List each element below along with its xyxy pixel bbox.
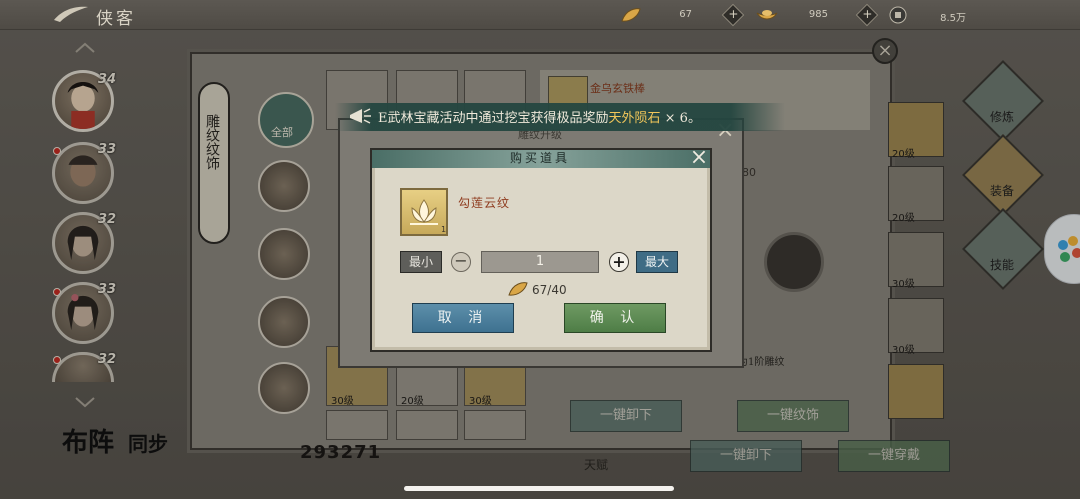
coin-count: 8.5万 [940,13,966,24]
cancel-button[interactable]: 取 消 [412,303,514,333]
gold-leaf-icon [508,282,528,296]
quantity-input[interactable]: 1 [481,251,599,273]
notice-highlight: 天外陨石 [608,111,661,126]
ingot-count: 985 [808,9,828,20]
max-quantity-button[interactable]: 最大 [636,251,678,273]
notice-prefix: E武林宝藏活动中通过挖宝获得极品奖励 [378,111,609,126]
notice-text: E武林宝藏活动中通过挖宝获得极品奖励天外陨石 × 6。 [378,107,701,126]
boat-ingot-icon [756,10,778,20]
home-indicator[interactable] [404,486,674,491]
item-quantity: 1 [441,225,447,234]
coin-icon [889,6,907,24]
notice-suffix: × 6。 [660,111,701,126]
gold-leaf-count: 67 [679,9,692,20]
increase-button[interactable]: + [609,252,629,272]
lotus-icon [410,199,438,225]
purchase-dialog-title: 购买道具 [509,151,570,165]
horn-icon [350,108,371,124]
brush-stroke-icon [54,6,88,22]
confirm-button[interactable]: 确 认 [564,303,666,333]
purchase-close-button[interactable]: × [688,147,710,169]
purchase-cost: 67/40 [532,283,567,297]
decrease-button[interactable]: − [451,252,471,272]
gold-leaf-icon [621,8,641,22]
min-quantity-button[interactable]: 最小 [400,251,442,273]
item-name: 勾莲云纹 [458,196,511,210]
page-title: 侠客 [96,9,136,29]
